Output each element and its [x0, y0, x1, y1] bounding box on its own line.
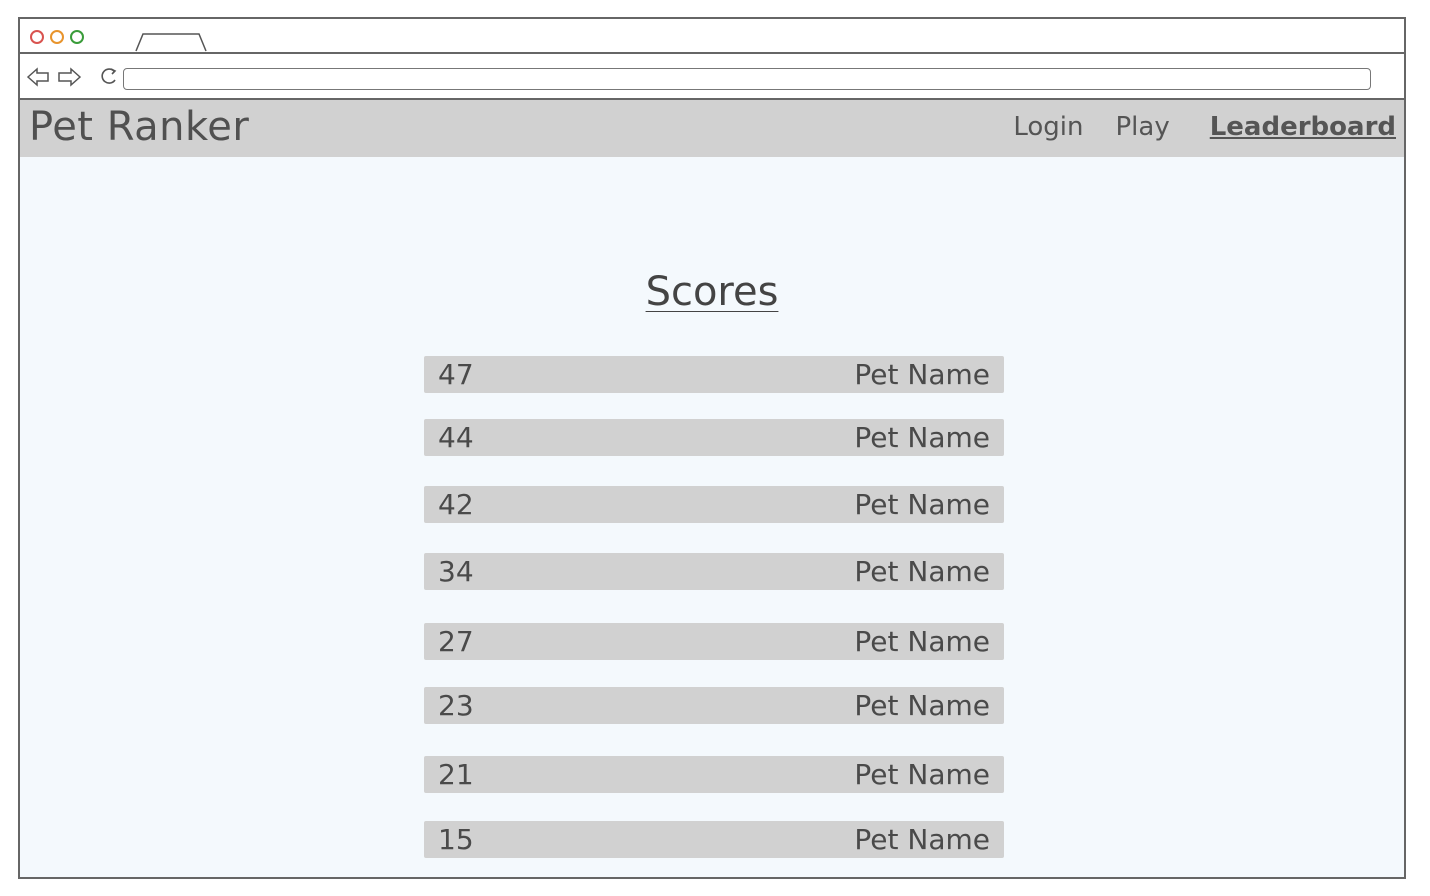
score-row: 42 Pet Name: [424, 486, 1004, 523]
site-navbar: Pet Ranker Login Play Leaderboard: [20, 100, 1404, 157]
brand-title[interactable]: Pet Ranker: [29, 104, 249, 150]
url-input[interactable]: [123, 68, 1371, 90]
pet-name: Pet Name: [854, 625, 990, 658]
score-value: 27: [438, 625, 474, 658]
score-row: 21 Pet Name: [424, 756, 1004, 793]
score-value: 44: [438, 421, 474, 454]
score-value: 21: [438, 758, 474, 791]
score-row: 34 Pet Name: [424, 553, 1004, 590]
pet-name: Pet Name: [854, 358, 990, 391]
pet-name: Pet Name: [854, 488, 990, 521]
score-value: 42: [438, 488, 474, 521]
forward-arrow-icon[interactable]: [58, 67, 82, 87]
nav-links: Login Play Leaderboard: [981, 112, 1396, 142]
pet-name: Pet Name: [854, 823, 990, 856]
score-value: 34: [438, 555, 474, 588]
score-value: 47: [438, 358, 474, 391]
pet-name: Pet Name: [854, 689, 990, 722]
pet-name: Pet Name: [854, 421, 990, 454]
browser-window: Pet Ranker Login Play Leaderboard Scores…: [18, 17, 1406, 879]
nav-link-login[interactable]: Login: [1013, 112, 1083, 142]
score-row: 27 Pet Name: [424, 623, 1004, 660]
browser-tab[interactable]: [135, 33, 207, 52]
score-row: 47 Pet Name: [424, 356, 1004, 393]
pet-name: Pet Name: [854, 758, 990, 791]
score-value: 23: [438, 689, 474, 722]
reload-icon[interactable]: [98, 65, 120, 87]
address-bar: [20, 54, 1404, 100]
score-row: 44 Pet Name: [424, 419, 1004, 456]
score-row: 15 Pet Name: [424, 821, 1004, 858]
page-title: Scores: [645, 269, 779, 315]
score-value: 15: [438, 823, 474, 856]
nav-link-play[interactable]: Play: [1116, 112, 1170, 142]
pet-name: Pet Name: [854, 555, 990, 588]
nav-arrows: [26, 67, 82, 87]
close-window-icon[interactable]: [30, 30, 44, 44]
back-arrow-icon[interactable]: [26, 67, 49, 87]
title-bar: [20, 19, 1404, 54]
score-row: 23 Pet Name: [424, 687, 1004, 724]
nav-link-leaderboard[interactable]: Leaderboard: [1210, 112, 1396, 142]
minimize-window-icon[interactable]: [50, 30, 64, 44]
maximize-window-icon[interactable]: [70, 30, 84, 44]
